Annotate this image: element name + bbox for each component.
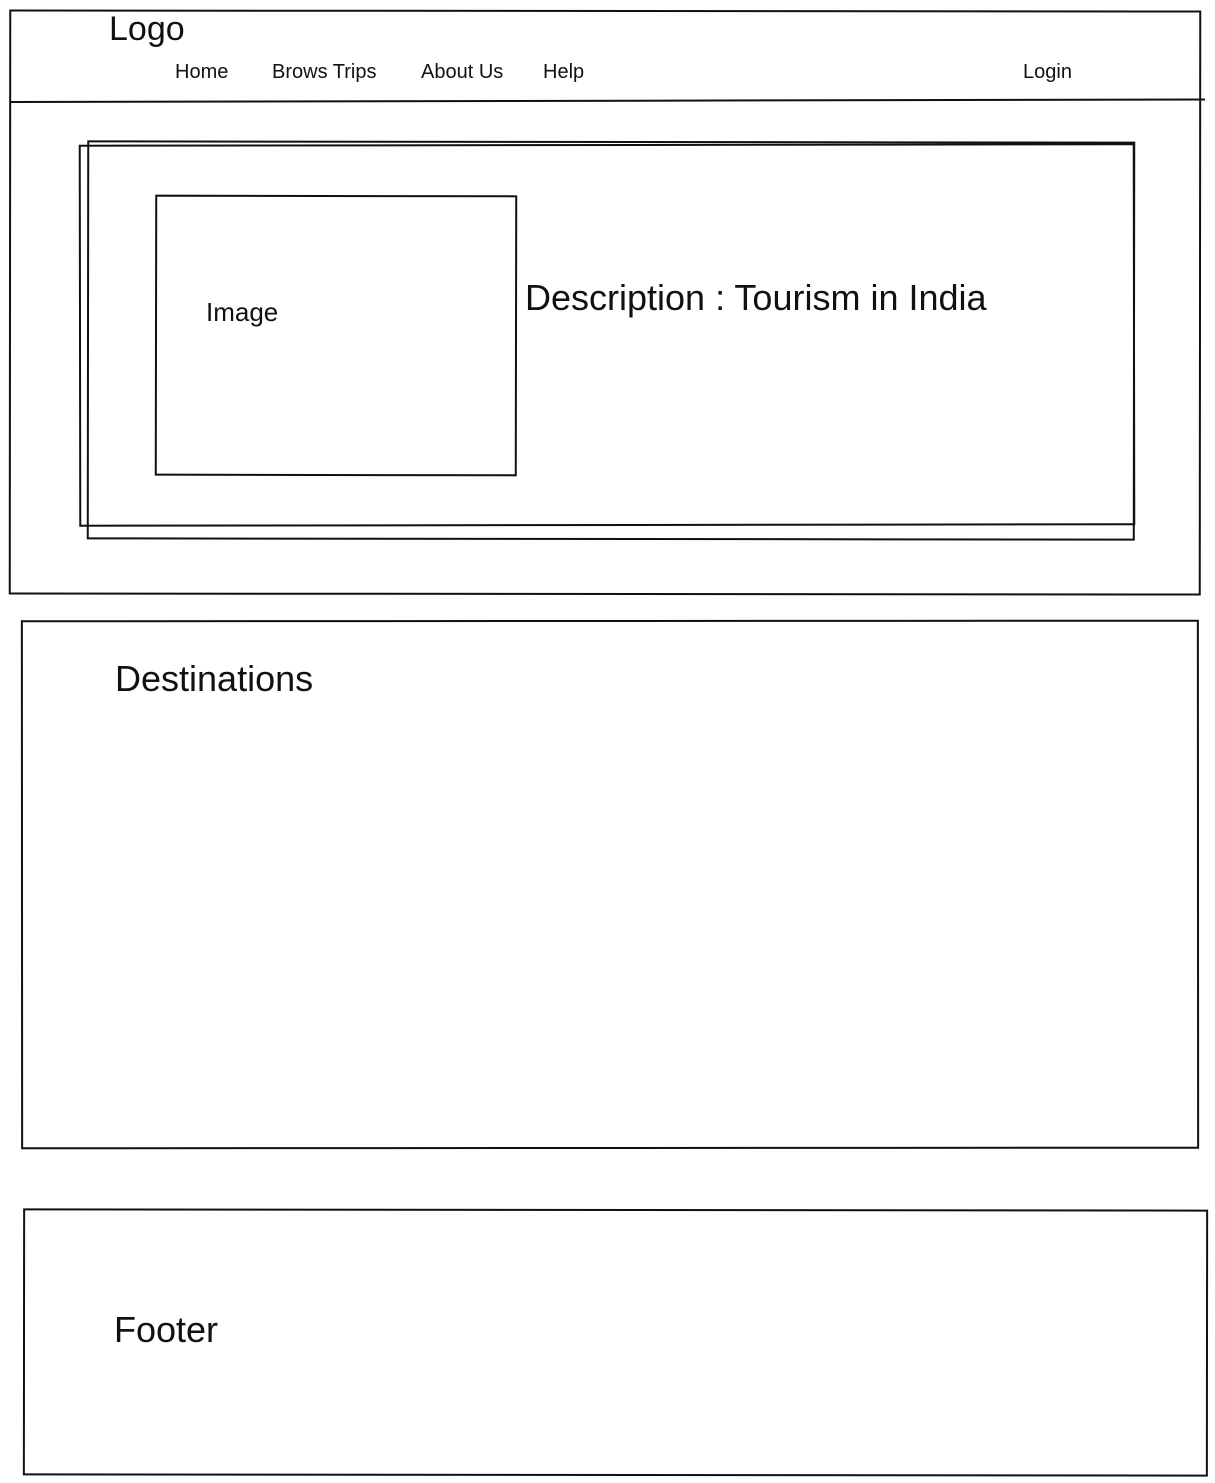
nav-about-us-link[interactable]: About Us	[421, 62, 503, 82]
nav-browse-trips-link[interactable]: Brows Trips	[272, 62, 376, 82]
logo[interactable]: Logo	[109, 12, 185, 46]
nav-home-link[interactable]: Home	[175, 62, 228, 82]
destinations-section	[20, 619, 1200, 1150]
hero-image-placeholder	[154, 194, 518, 477]
hero-image-label: Image	[206, 297, 279, 327]
hero-description: Description : Tourism in India	[525, 277, 987, 318]
footer-label: Footer	[114, 1309, 219, 1350]
nav-help-link[interactable]: Help	[543, 62, 584, 82]
destinations-title: Destinations	[115, 658, 314, 699]
login-link[interactable]: Login	[1023, 62, 1072, 82]
